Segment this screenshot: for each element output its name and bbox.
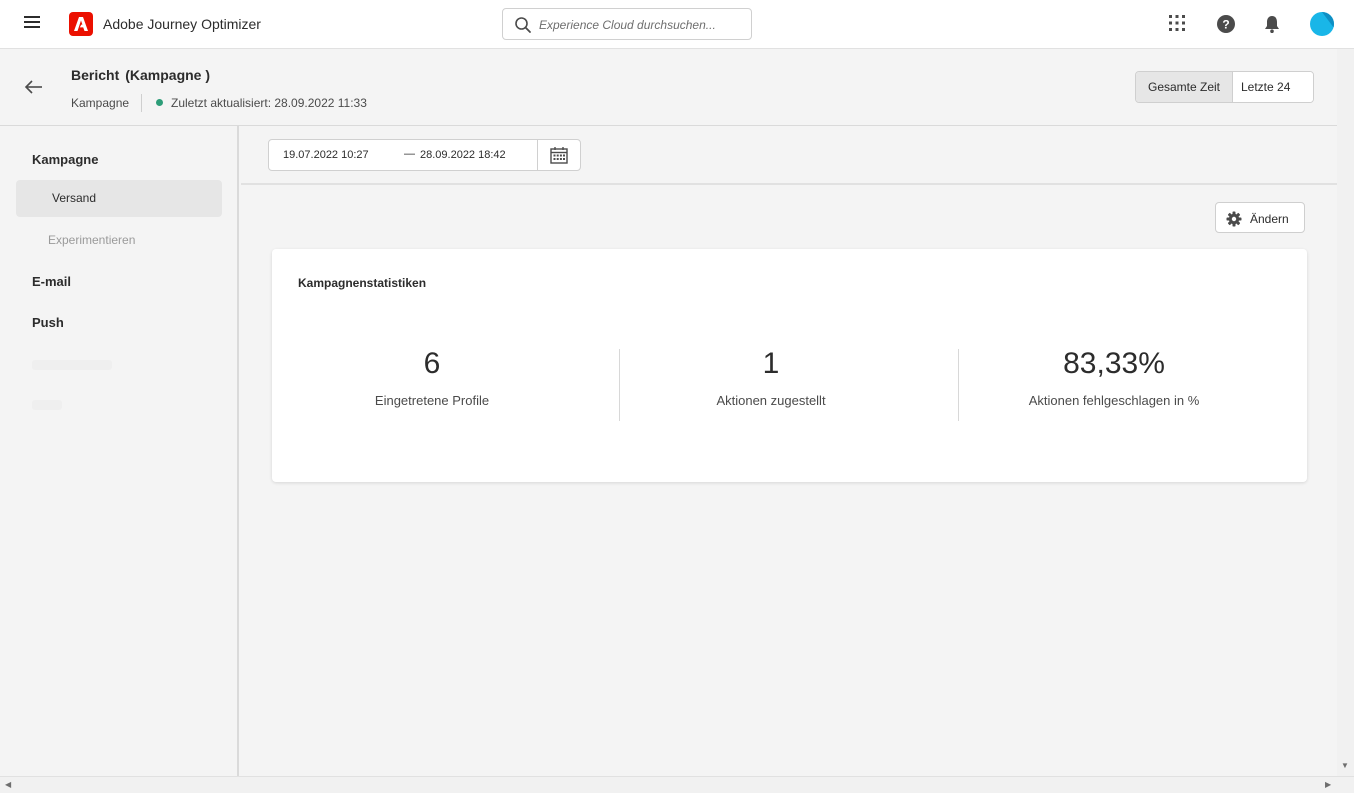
sidebar: Kampagne Versand Experimentieren E-mail … (0, 126, 239, 776)
sidebar-section-campaign[interactable]: Kampagne (32, 152, 98, 167)
page-title-suffix: (Kampagne ) (125, 67, 211, 83)
sidebar-section-email[interactable]: E-mail (32, 274, 71, 289)
stat-label: Aktionen fehlgeschlagen in % (1028, 393, 1200, 408)
search-icon (515, 17, 531, 33)
menu-icon[interactable] (24, 16, 40, 32)
scroll-right-arrow-icon[interactable]: ▶ (1325, 780, 1331, 789)
edit-button-label: Ändern (1250, 212, 1289, 226)
filter-last-24h-button[interactable]: Letzte 24 Std. (1233, 72, 1313, 102)
page-title: Bericht (Kampagne ) (71, 67, 210, 83)
gear-icon (1226, 211, 1242, 227)
bell-icon[interactable] (1263, 14, 1283, 34)
adobe-logo[interactable] (69, 12, 93, 36)
apps-grid-icon[interactable] (1168, 14, 1188, 34)
shell-bar: Adobe Journey Optimizer ? (0, 0, 1354, 49)
date-range-picker[interactable]: 19.07.2022 10:27 — 28.09.2022 18:42 (268, 139, 581, 171)
stat-label: Eingetretene Profile (374, 393, 490, 408)
main-content: 19.07.2022 10:27 — 28.09.2022 18:42 Ände… (241, 126, 1337, 776)
stat-label: Aktionen zugestellt (716, 393, 826, 408)
sidebar-item-experiment[interactable]: Experimentieren (16, 222, 222, 259)
vertical-scrollbar[interactable]: ▼ (1337, 49, 1354, 776)
scroll-left-arrow-icon[interactable]: ◀ (5, 780, 11, 789)
date-start[interactable]: 19.07.2022 10:27 (283, 149, 369, 161)
breadcrumb[interactable]: Kampagne (71, 96, 129, 110)
stat-actions-failed: 83,33% Aktionen fehlgeschlagen in % (954, 347, 1274, 409)
search-input[interactable] (539, 15, 745, 35)
campaign-stats-card: Kampagnenstatistiken 6 Eingetretene Prof… (272, 249, 1307, 482)
page-header: Bericht (Kampagne ) Kampagne Zuletzt aktu… (0, 49, 1337, 126)
help-icon[interactable]: ? (1216, 14, 1236, 34)
date-end[interactable]: 28.09.2022 18:42 (420, 149, 506, 161)
stat-value: 6 (423, 347, 441, 380)
sidebar-section-push[interactable]: Push (32, 315, 64, 330)
page-title-text: Bericht (71, 67, 120, 83)
search-box[interactable] (502, 8, 752, 40)
avatar[interactable] (1310, 12, 1334, 36)
header-divider (141, 94, 142, 112)
sidebar-placeholder (32, 400, 62, 410)
content-divider (241, 183, 1337, 185)
stat-value: 1 (762, 347, 780, 380)
stat-entered-profiles: 6 Eingetretene Profile (272, 347, 592, 409)
calendar-button[interactable] (537, 140, 581, 170)
sidebar-item-versand[interactable]: Versand (16, 180, 222, 217)
sidebar-placeholder (32, 360, 112, 370)
app-title[interactable]: Adobe Journey Optimizer (103, 16, 261, 32)
scroll-down-arrow-icon[interactable]: ▼ (1341, 761, 1349, 770)
edit-button[interactable]: Ändern (1215, 202, 1305, 233)
horizontal-scrollbar[interactable]: ◀ ▶ (0, 776, 1354, 793)
back-arrow-icon[interactable] (24, 77, 44, 97)
svg-text:?: ? (1222, 18, 1229, 32)
status-text: Zuletzt aktualisiert: 28.09.2022 11:33 (171, 96, 367, 110)
card-title: Kampagnenstatistiken (298, 276, 427, 290)
stat-actions-delivered: 1 Aktionen zugestellt (611, 347, 931, 409)
filter-all-time-button[interactable]: Gesamte Zeit (1136, 72, 1233, 102)
date-separator: — (404, 148, 415, 160)
status-indicator (156, 99, 163, 106)
time-filter-group: Gesamte Zeit Letzte 24 Std. (1135, 71, 1314, 103)
stat-value: 83,33% (1063, 347, 1165, 380)
calendar-icon (550, 147, 568, 164)
